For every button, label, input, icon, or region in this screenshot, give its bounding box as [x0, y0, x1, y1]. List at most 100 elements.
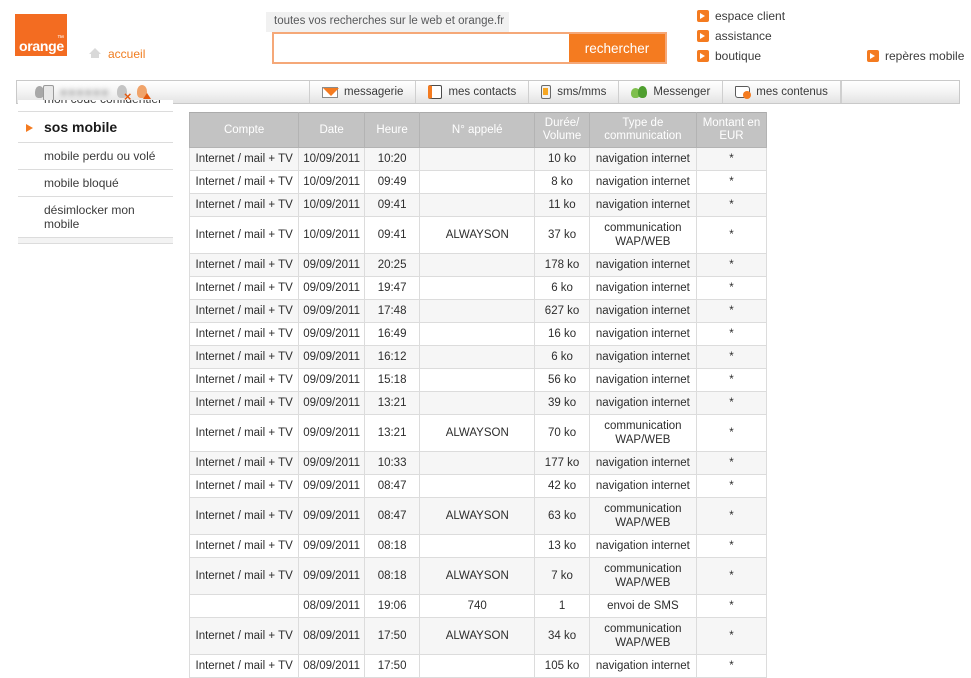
nav-tab-mes-contacts[interactable]: mes contacts: [416, 81, 530, 103]
home-icon: [89, 48, 101, 58]
cell-numero: [419, 193, 536, 217]
nav-spacer: [840, 81, 959, 103]
cell-type: navigation internet: [588, 391, 697, 415]
cell-date: 08/09/2011: [298, 594, 365, 618]
cell-compte: Internet / mail + TV: [188, 497, 300, 535]
sidebar-item-mobile-perdu[interactable]: mobile perdu ou volé: [18, 143, 173, 170]
sidebar-item-label: mobile bloqué: [44, 176, 119, 190]
cell-heure: 17:50: [363, 617, 421, 655]
cell-montant: *: [695, 594, 768, 618]
table-row: Internet / mail + TV 09/09/2011 16:49 16 ko…: [188, 322, 768, 346]
cell-duree: 7 ko: [534, 557, 590, 595]
user-phone-icon: [35, 85, 54, 101]
page-header: ™ orange accueil toutes vos recherches s…: [0, 0, 971, 78]
sms-icon: [541, 85, 552, 99]
nav-tab-messagerie[interactable]: messagerie: [310, 81, 417, 103]
col-label-2: communication: [604, 130, 682, 142]
column-header-compte: Compte: [188, 112, 300, 148]
cell-montant: *: [695, 322, 768, 346]
cell-type: navigation internet: [588, 322, 697, 346]
cell-duree: 8 ko: [534, 170, 590, 194]
cell-heure: 09:41: [363, 216, 421, 254]
cell-duree: 6 ko: [534, 345, 590, 369]
cell-date: 09/09/2011: [298, 474, 365, 498]
cell-numero: [419, 368, 536, 392]
cell-heure: 10:20: [363, 147, 421, 171]
sidebar-item-label: mobile perdu ou volé: [44, 149, 156, 163]
toplink-boutique[interactable]: boutique: [697, 49, 761, 63]
cell-montant: *: [695, 497, 768, 535]
nav-tab-mes-contenus[interactable]: mes contenus: [723, 81, 841, 103]
table-row: Internet / mail + TV 09/09/2011 08:47 ALWAY…: [188, 497, 768, 535]
user-remove-icon[interactable]: [116, 85, 132, 103]
table-row: Internet / mail + TV 09/09/2011 13:21 ALWAY…: [188, 414, 768, 452]
folder-icon: [735, 86, 752, 99]
toplink-assistance[interactable]: assistance: [697, 29, 772, 43]
nav-tab-sms-mms[interactable]: sms/mms: [529, 81, 620, 103]
cell-compte: Internet / mail + TV: [188, 474, 300, 498]
cell-duree: 42 ko: [534, 474, 590, 498]
cell-date: 09/09/2011: [298, 276, 365, 300]
cell-compte: Internet / mail + TV: [188, 534, 300, 558]
col-label: Montant en: [702, 117, 761, 129]
cell-duree: 16 ko: [534, 322, 590, 346]
cell-montant: *: [695, 147, 768, 171]
cell-date: 10/09/2011: [298, 216, 365, 254]
orange-logo[interactable]: ™ orange: [15, 14, 67, 56]
cell-montant: *: [695, 170, 768, 194]
cell-type: navigation internet: [588, 147, 697, 171]
cell-type: navigation internet: [588, 345, 697, 369]
sidebar-item-mon-code-confidentiel[interactable]: mon code confidentiel: [18, 100, 173, 112]
column-header-duree-volume: Durée/Volume: [534, 112, 590, 148]
cell-duree: 39 ko: [534, 391, 590, 415]
sidebar-item-desimlocker[interactable]: désimlocker mon mobile: [18, 197, 173, 238]
cell-compte: Internet / mail + TV: [188, 451, 300, 475]
cell-heure: 09:41: [363, 193, 421, 217]
search-input[interactable]: [274, 34, 569, 62]
cell-numero: [419, 276, 536, 300]
sidebar-bottom-divider: [18, 238, 173, 244]
cell-compte: Internet / mail + TV: [188, 557, 300, 595]
cell-heure: 19:06: [363, 594, 421, 618]
table-row: 08/09/2011 19:06 740 1 envoi de SMS *: [188, 594, 768, 618]
search-button[interactable]: rechercher: [569, 34, 665, 62]
cell-numero: [419, 391, 536, 415]
table-row: Internet / mail + TV 09/09/2011 08:47 42 ko…: [188, 474, 768, 498]
table-row: Internet / mail + TV 09/09/2011 16:12 6 ko n…: [188, 345, 768, 369]
cell-type: communication WAP/WEB: [588, 617, 697, 655]
cell-duree: 1: [534, 594, 590, 618]
cell-compte: Internet / mail + TV: [188, 253, 300, 277]
envelope-icon: [322, 86, 339, 98]
call-details-table-container: Compte Date Heure N° appelé Durée/Volume…: [188, 112, 768, 678]
cell-type: communication WAP/WEB: [588, 497, 697, 535]
cell-type: navigation internet: [588, 474, 697, 498]
cell-numero: ALWAYSON: [419, 216, 536, 254]
cell-numero: ALWAYSON: [419, 497, 536, 535]
user-upload-icon[interactable]: [136, 85, 151, 99]
cell-type: navigation internet: [588, 451, 697, 475]
accueil-link[interactable]: accueil: [108, 47, 145, 61]
toplink-reperes-mobile[interactable]: repères mobile: [867, 49, 964, 63]
column-header-heure: Heure: [363, 112, 421, 148]
cell-montant: *: [695, 276, 768, 300]
sidebar-heading-sos-mobile[interactable]: sos mobile: [18, 112, 173, 143]
cell-montant: *: [695, 557, 768, 595]
table-row: Internet / mail + TV 10/09/2011 10:20 10 ko…: [188, 147, 768, 171]
cell-compte: Internet / mail + TV: [188, 414, 300, 452]
nav-tab-messenger[interactable]: Messenger: [619, 81, 724, 103]
cell-type: envoi de SMS: [588, 594, 697, 618]
cell-type: navigation internet: [588, 276, 697, 300]
cell-numero: [419, 299, 536, 323]
cell-numero: [419, 654, 536, 678]
toplink-espace-client[interactable]: espace client: [697, 9, 785, 23]
cell-heure: 17:50: [363, 654, 421, 678]
cell-compte: Internet / mail + TV: [188, 216, 300, 254]
cell-numero: [419, 474, 536, 498]
cell-duree: 70 ko: [534, 414, 590, 452]
cell-compte: Internet / mail + TV: [188, 147, 300, 171]
col-label-2: EUR: [719, 130, 744, 142]
cell-numero: [419, 253, 536, 277]
people-icon: [631, 85, 648, 99]
sidebar-item-mobile-bloque[interactable]: mobile bloqué: [18, 170, 173, 197]
sidebar-item-label: désimlocker mon mobile: [44, 203, 135, 231]
